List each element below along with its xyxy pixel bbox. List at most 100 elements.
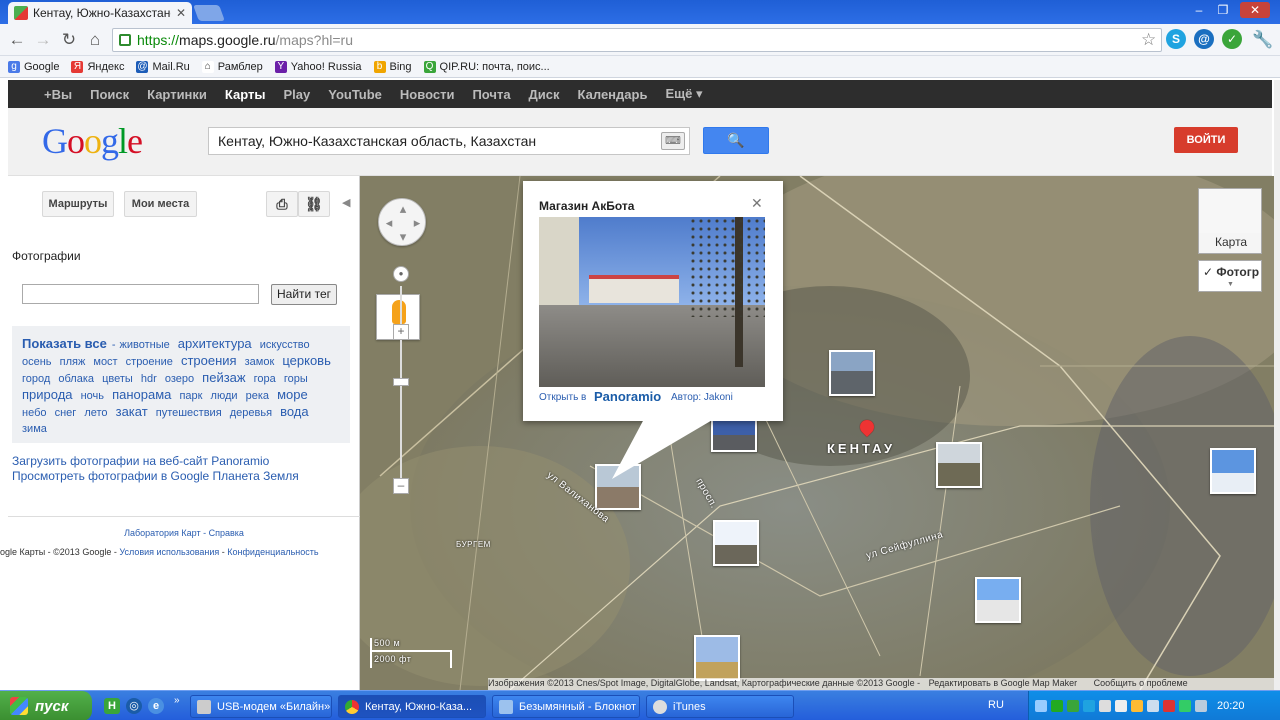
tag-link[interactable]: озеро: [165, 373, 194, 385]
tray-icon[interactable]: [1067, 700, 1079, 712]
tag-link[interactable]: панорама: [112, 387, 171, 402]
labs-link[interactable]: Лаборатория Карт: [124, 528, 201, 538]
map-type-button[interactable]: Карта: [1198, 188, 1262, 254]
gbar-item-images[interactable]: Картинки: [147, 87, 207, 102]
tag-link[interactable]: церковь: [282, 353, 331, 368]
tag-link[interactable]: ночь: [81, 390, 104, 402]
photo-thumbnail[interactable]: [829, 350, 875, 396]
tag-link[interactable]: парк: [179, 390, 202, 402]
tray-icon[interactable]: [1083, 700, 1095, 712]
quicklaunch-more-icon[interactable]: »: [174, 695, 180, 706]
gbar-item-maps[interactable]: Карты: [225, 87, 266, 102]
gbar-item-search[interactable]: Поиск: [90, 87, 129, 102]
new-tab-button[interactable]: [193, 5, 225, 21]
tag-link[interactable]: люди: [211, 390, 238, 402]
zoom-slider-handle[interactable]: [393, 378, 409, 386]
tag-link[interactable]: строение: [126, 356, 173, 368]
skype-extension-icon[interactable]: S: [1166, 29, 1186, 49]
gbar-item-more[interactable]: Ещё ▾: [665, 86, 702, 102]
address-bar[interactable]: https:// maps.google.ru /maps?hl=ru ☆: [112, 28, 1162, 52]
pan-down-icon[interactable]: ▾: [396, 229, 410, 245]
tag-link[interactable]: замок: [245, 356, 275, 368]
close-icon[interactable]: ✕: [751, 195, 763, 212]
bookmark-mailru[interactable]: @ Mail.Ru: [136, 60, 190, 73]
photo-thumbnail[interactable]: [1210, 448, 1256, 494]
photo-thumbnail[interactable]: [694, 635, 740, 681]
taskbar-item[interactable]: Кентау, Южно-Каза...: [338, 695, 486, 718]
start-button[interactable]: пуск: [0, 691, 92, 720]
routes-button[interactable]: Маршруты: [42, 191, 114, 217]
find-tag-button[interactable]: Найти тег: [271, 284, 337, 305]
link-icon[interactable]: ⛓: [298, 191, 330, 217]
gbar-item-plus[interactable]: +Вы: [44, 87, 72, 102]
back-arrow-icon[interactable]: ←: [6, 29, 28, 51]
tag-link[interactable]: hdr: [141, 373, 157, 385]
page-scrollbar[interactable]: [1274, 80, 1280, 690]
zoom-reset-icon[interactable]: ●: [393, 266, 409, 282]
bookmark-qip[interactable]: Q QIP.RU: почта, поис...: [423, 60, 550, 73]
gbar-item-play[interactable]: Play: [283, 87, 310, 102]
login-button[interactable]: ВОЙТИ: [1174, 127, 1238, 153]
language-indicator[interactable]: RU: [988, 699, 1004, 711]
wrench-menu-icon[interactable]: 🔧: [1252, 29, 1274, 51]
photo-thumbnail[interactable]: [711, 418, 757, 452]
satellite-map[interactable]: ▴ ▾ ◂ ▸ ● + – КЕНТАУ ул Сейфуллина ул Ва…: [360, 176, 1274, 690]
bookmark-yandex[interactable]: Я Яндекс: [71, 60, 124, 73]
bookmark-star-icon[interactable]: ☆: [1141, 29, 1161, 51]
gbar-item-youtube[interactable]: YouTube: [328, 87, 382, 102]
quicklaunch-icon[interactable]: ◎: [126, 698, 142, 714]
tag-link[interactable]: зима: [22, 423, 47, 435]
author-link[interactable]: Автор: Jakoni: [671, 392, 733, 403]
photo-layer-toggle[interactable]: ✓ Фотогр ▼: [1198, 260, 1262, 292]
bookmark-rambler[interactable]: ⌂ Рамблер: [201, 60, 263, 73]
tag-link[interactable]: мост: [93, 356, 117, 368]
tray-icon[interactable]: [1099, 700, 1111, 712]
gbar-item-drive[interactable]: Диск: [529, 87, 560, 102]
forward-arrow-icon[interactable]: →: [32, 29, 54, 51]
tag-link[interactable]: цветы: [102, 373, 133, 385]
tag-link[interactable]: архитектура: [178, 336, 252, 351]
photo-thumbnail[interactable]: [713, 520, 759, 566]
volume-icon[interactable]: [1147, 700, 1159, 712]
zoom-slider-track[interactable]: [400, 286, 402, 486]
keyboard-icon[interactable]: ⌨: [661, 132, 685, 150]
tray-icon[interactable]: [1163, 700, 1175, 712]
google-earth-link[interactable]: Просмотреть фотографии в Google Планета …: [12, 469, 299, 483]
report-problem-link[interactable]: Сообщить о проблеме: [1094, 678, 1188, 688]
help-link[interactable]: Справка: [209, 528, 244, 538]
tray-icon[interactable]: [1051, 700, 1063, 712]
photo-thumbnail[interactable]: [936, 442, 982, 488]
tag-link[interactable]: искусство: [260, 339, 310, 351]
tag-link[interactable]: город: [22, 373, 50, 385]
browser-tab[interactable]: Кентау, Южно-Казахстанск... ✕: [8, 2, 192, 24]
print-icon[interactable]: ⎙: [266, 191, 298, 217]
tag-link[interactable]: закат: [116, 404, 148, 419]
tray-icon[interactable]: [1115, 700, 1127, 712]
tag-link[interactable]: облака: [58, 373, 94, 385]
tag-link[interactable]: море: [277, 387, 308, 402]
tag-link[interactable]: небо: [22, 407, 47, 419]
tag-link[interactable]: животные: [119, 339, 169, 351]
taskbar-item[interactable]: iTunes: [646, 695, 794, 718]
photo-thumbnail[interactable]: [975, 577, 1021, 623]
show-all-link[interactable]: Показать все: [22, 336, 107, 351]
pan-control[interactable]: ▴ ▾ ◂ ▸: [378, 198, 426, 246]
map-maker-link[interactable]: Редактировать в Google Map Maker: [929, 678, 1078, 688]
zoom-in-button[interactable]: +: [393, 324, 409, 340]
tray-icon[interactable]: [1131, 700, 1143, 712]
tag-link[interactable]: деревья: [230, 407, 272, 419]
pan-right-icon[interactable]: ▸: [410, 215, 424, 231]
quicklaunch-icon[interactable]: e: [148, 698, 164, 714]
tray-icon[interactable]: [1179, 700, 1191, 712]
tag-link[interactable]: река: [246, 390, 269, 402]
google-logo[interactable]: Google: [42, 120, 143, 162]
tag-link[interactable]: лето: [84, 407, 107, 419]
tag-link[interactable]: строения: [181, 353, 237, 368]
tag-link[interactable]: вода: [280, 404, 309, 419]
privacy-link[interactable]: Конфиденциальность: [227, 547, 318, 557]
gbar-item-mail[interactable]: Почта: [472, 87, 510, 102]
tag-link[interactable]: пляж: [60, 356, 86, 368]
tag-link[interactable]: путешествия: [156, 407, 222, 419]
qip-extension-icon[interactable]: ✓: [1222, 29, 1242, 49]
info-window-photo[interactable]: [539, 217, 765, 387]
